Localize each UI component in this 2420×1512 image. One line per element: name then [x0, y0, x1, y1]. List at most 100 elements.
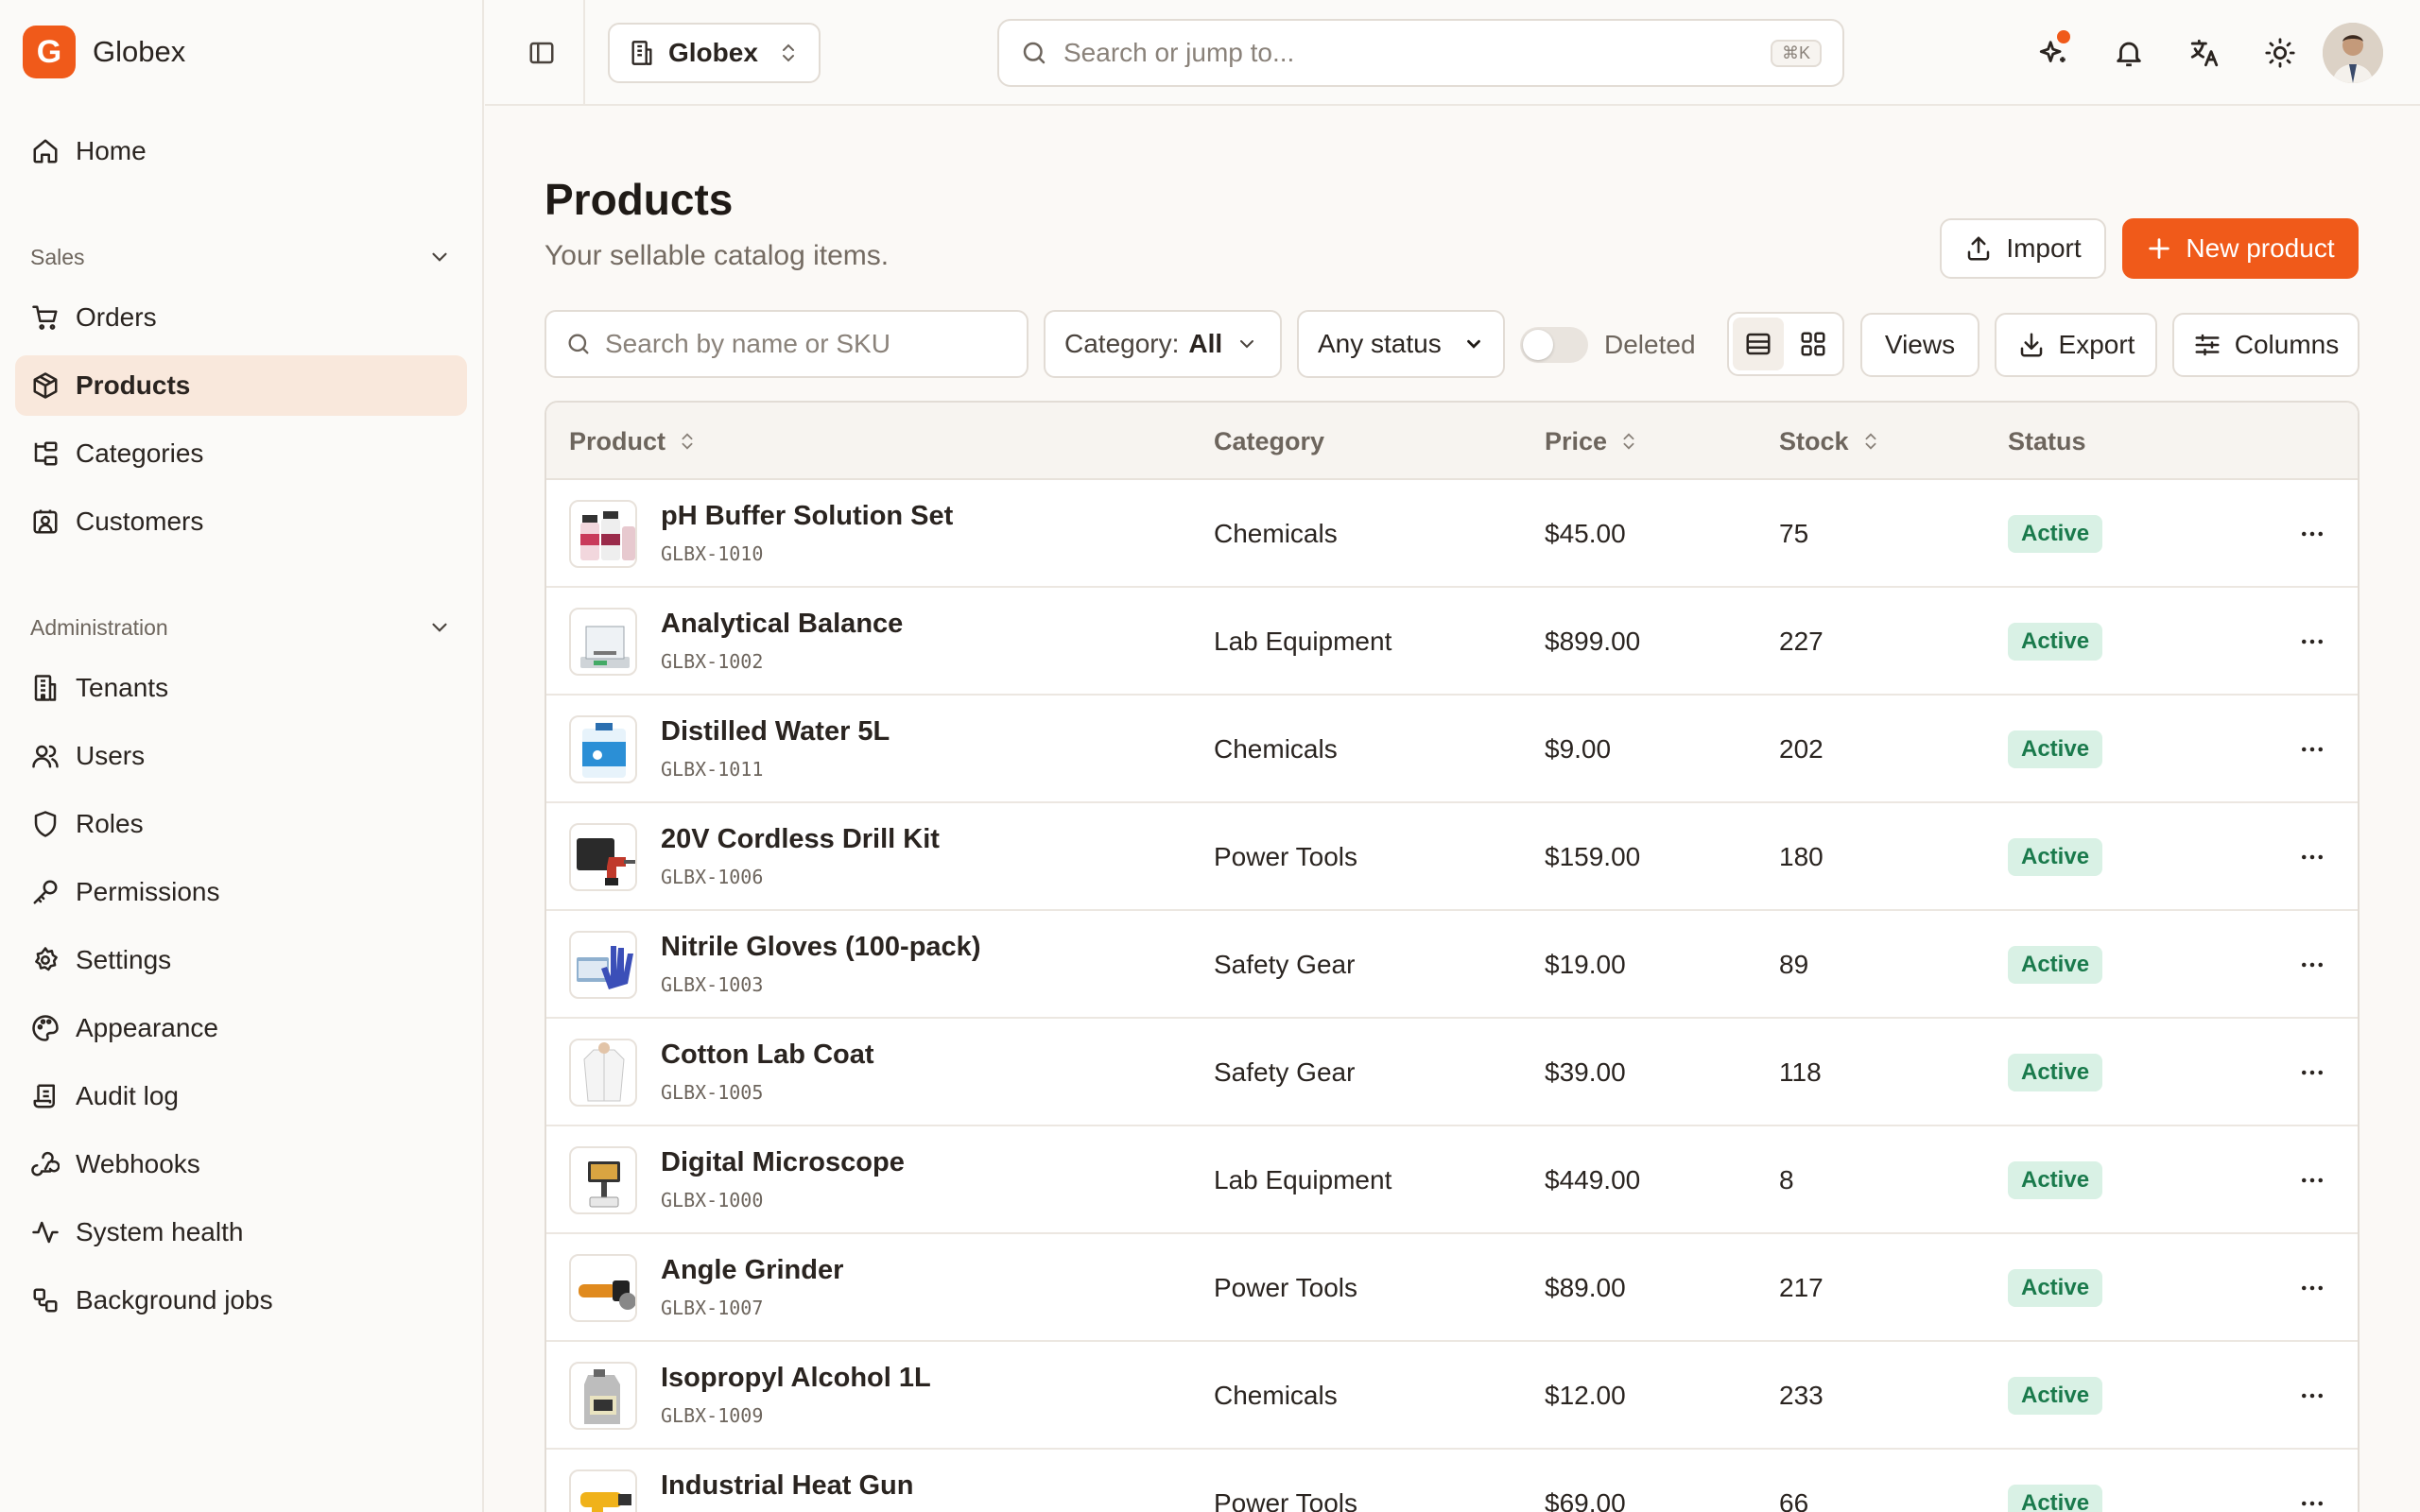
bell-icon[interactable] — [2106, 30, 2152, 76]
section-title: Sales — [30, 244, 85, 269]
sidebar-item-label: Products — [76, 370, 191, 400]
sun-icon[interactable] — [2257, 30, 2303, 76]
product-category: Chemicals — [1214, 1381, 1338, 1410]
status-filter[interactable]: Any status — [1297, 310, 1505, 378]
sidebar-item-settings[interactable]: Settings — [15, 930, 467, 990]
sidebar-item-system-health[interactable]: System health — [15, 1202, 467, 1263]
product-status: Active — [2008, 1019, 2103, 1126]
product-search-input[interactable] — [605, 329, 1008, 359]
column-header-stock[interactable]: Stock — [1779, 403, 1881, 480]
product-name[interactable]: Cotton Lab Coat — [661, 1040, 874, 1071]
more-actions-icon[interactable] — [2293, 1269, 2331, 1307]
deleted-toggle[interactable] — [1520, 327, 1588, 363]
list-view-icon[interactable] — [1733, 318, 1784, 370]
column-header-product[interactable]: Product — [569, 403, 698, 480]
sidebar-item-customers[interactable]: Customers — [15, 491, 467, 552]
sidebar-item-label: Background jobs — [76, 1285, 273, 1314]
product-name[interactable]: Nitrile Gloves (100-pack) — [661, 932, 980, 963]
sidebar-item-label: Users — [76, 741, 146, 770]
sidebar-item-appearance[interactable]: Appearance — [15, 998, 467, 1058]
status-badge: Active — [2008, 1485, 2103, 1512]
product-status: Active — [2008, 696, 2103, 803]
table-row[interactable]: Digital Microscope GLBX-1000 Lab Equipment… — [546, 1126, 2358, 1234]
sidebar-item-tenants[interactable]: Tenants — [15, 658, 467, 718]
section-sales[interactable]: Sales — [30, 238, 452, 276]
section-administration[interactable]: Administration — [30, 609, 452, 646]
table-row[interactable]: Isopropyl Alcohol 1L GLBX-1009 Chemicals $1… — [546, 1342, 2358, 1450]
export-button[interactable]: Export — [1995, 313, 2157, 377]
translate-icon[interactable] — [2182, 30, 2227, 76]
sidebar-item-categories[interactable]: Categories — [15, 423, 467, 484]
sidebar-item-roles[interactable]: Roles — [15, 794, 467, 854]
views-button[interactable]: Views — [1860, 313, 1979, 377]
table-row[interactable]: Analytical Balance GLBX-1002 Lab Equipment… — [546, 588, 2358, 696]
product-sku: GLBX-1009 — [661, 1404, 764, 1427]
search-icon — [1020, 39, 1048, 67]
sparkles-icon[interactable] — [2031, 30, 2076, 76]
product-name[interactable]: Analytical Balance — [661, 609, 903, 640]
category-filter[interactable]: Category: All — [1044, 310, 1282, 378]
grid-view-icon[interactable] — [1788, 318, 1839, 370]
import-button[interactable]: Import — [1940, 218, 2106, 279]
product-name[interactable]: Industrial Heat Gun — [661, 1470, 913, 1502]
chevron-down-icon — [1463, 334, 1484, 354]
org-switcher[interactable]: Globex — [608, 23, 821, 83]
product-name[interactable]: Isopropyl Alcohol 1L — [661, 1363, 931, 1394]
sidebar-item-products[interactable]: Products — [15, 355, 467, 416]
product-search[interactable] — [544, 310, 1028, 378]
table-row[interactable]: Industrial Heat Gun Power Tools $69.00 66 Ac… — [546, 1450, 2358, 1512]
product-name[interactable]: pH Buffer Solution Set — [661, 501, 953, 532]
more-actions-icon[interactable] — [2293, 946, 2331, 984]
product-price: $159.00 — [1545, 842, 1641, 871]
column-header-price[interactable]: Price — [1545, 403, 1639, 480]
global-search[interactable]: ⌘K — [997, 19, 1844, 87]
avatar[interactable] — [2323, 23, 2383, 83]
more-actions-icon[interactable] — [2293, 1054, 2331, 1091]
views-label: Views — [1884, 330, 1956, 359]
plus-icon — [2146, 235, 2172, 262]
product-sku: GLBX-1003 — [661, 973, 764, 996]
product-name[interactable]: Digital Microscope — [661, 1147, 905, 1178]
category-filter-label: Category: — [1064, 329, 1180, 358]
product-name[interactable]: 20V Cordless Drill Kit — [661, 824, 940, 855]
product-thumbnail — [569, 823, 637, 891]
product-name[interactable]: Distilled Water 5L — [661, 716, 890, 747]
brand[interactable]: G Globex — [23, 26, 185, 78]
more-actions-icon[interactable] — [2293, 1161, 2331, 1199]
table-row[interactable]: Nitrile Gloves (100-pack) GLBX-1003 Safety… — [546, 911, 2358, 1019]
toggle-knob — [1523, 330, 1553, 360]
global-search-input[interactable] — [1063, 38, 1771, 68]
more-actions-icon[interactable] — [2293, 515, 2331, 553]
sidebar-item-users[interactable]: Users — [15, 726, 467, 786]
sidebar-item-home[interactable]: Home — [15, 121, 467, 181]
more-actions-icon[interactable] — [2293, 838, 2331, 876]
sidebar-item-background-jobs[interactable]: Background jobs — [15, 1270, 467, 1331]
more-actions-icon[interactable] — [2293, 1377, 2331, 1415]
status-badge: Active — [2008, 838, 2103, 876]
sidebar-item-permissions[interactable]: Permissions — [15, 862, 467, 922]
product-stock: 233 — [1779, 1381, 1824, 1410]
sort-icon — [1860, 431, 1881, 452]
more-actions-icon[interactable] — [2293, 730, 2331, 768]
table-row[interactable]: 20V Cordless Drill Kit GLBX-1006 Power Too… — [546, 803, 2358, 911]
table-row[interactable]: Distilled Water 5L GLBX-1011 Chemicals $9.0… — [546, 696, 2358, 803]
sidebar-toggle-icon[interactable] — [523, 34, 561, 72]
product-stock: 227 — [1779, 627, 1824, 656]
table-row[interactable]: pH Buffer Solution Set GLBX-1010 Chemicals… — [546, 480, 2358, 588]
sidebar-item-audit-log[interactable]: Audit log — [15, 1066, 467, 1126]
product-stock: 217 — [1779, 1273, 1824, 1302]
new-product-button[interactable]: New product — [2122, 218, 2359, 279]
column-label: Status — [2008, 426, 2086, 455]
columns-button[interactable]: Columns — [2172, 313, 2360, 377]
sidebar-item-webhooks[interactable]: Webhooks — [15, 1134, 467, 1194]
more-actions-icon[interactable] — [2293, 623, 2331, 661]
table-row[interactable]: Angle Grinder GLBX-1007 Power Tools $89.00 2… — [546, 1234, 2358, 1342]
table-row[interactable]: Cotton Lab Coat GLBX-1005 Safety Gear $39.0… — [546, 1019, 2358, 1126]
product-name[interactable]: Angle Grinder — [661, 1255, 843, 1286]
sidebar-item-orders[interactable]: Orders — [15, 287, 467, 348]
product-status: Active — [2008, 1450, 2103, 1512]
page-subtitle: Your sellable catalog items. — [544, 240, 890, 271]
category-filter-value: All — [1188, 329, 1223, 358]
more-actions-icon[interactable] — [2293, 1485, 2331, 1512]
product-price: $12.00 — [1545, 1381, 1626, 1410]
